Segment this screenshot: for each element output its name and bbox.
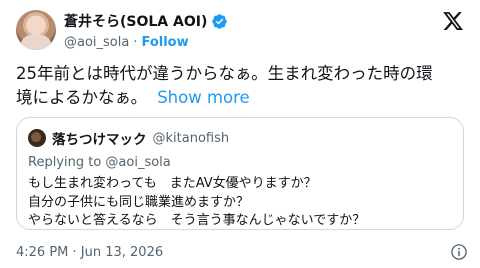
verified-badge-icon [212,13,228,29]
tweet-timestamp[interactable]: 4:26 PM · Jun 13, 2026 [16,245,163,260]
quoted-tweet[interactable]: 落ちつけマック @kitanofish Replying to @aoi_sol… [16,117,464,230]
quoted-line-1: もし生まれ変わっても またAV女優やりますか？ [28,176,317,191]
tweet-text-line-1: 25年前とは時代が違うからなぁ。生まれ変わった時の環 [16,64,433,83]
follow-button[interactable]: Follow [141,35,188,50]
tweet-text: 25年前とは時代が違うからなぁ。生まれ変わった時の環 境によるかなぁ。 Show … [16,62,468,110]
replying-to-label: Replying to @aoi_sola [28,155,171,170]
author-name-row: 蒼井そら(SOLA AOI) [64,11,228,31]
separator-dot: · [133,34,138,50]
quoted-author-name: 落ちつけマック [52,132,147,148]
show-more-link[interactable]: Show more [157,88,250,107]
tweet-card: 蒼井そら(SOLA AOI) @aoi_sola · Follow 25年前とは… [0,0,480,268]
quoted-author-avatar [28,129,46,147]
tweet-footer: 4:26 PM · Jun 13, 2026 [16,243,468,261]
tweet-text-line-2: 境によるかなぁ。 Show more [16,86,468,110]
quoted-tweet-header: 落ちつけマック @kitanofish [28,129,230,148]
quoted-tweet-text: もし生まれ変わっても またAV女優やりますか？ 自分の子供にも同じ職業進めますか… [28,175,365,231]
info-icon[interactable] [450,243,468,261]
quoted-line-2: 自分の子供にも同じ職業進めますか？ [28,194,250,210]
x-logo-icon[interactable] [442,10,464,32]
tweet-text-line-2-text: 境によるかなぁ。 [16,88,148,107]
author-handle[interactable]: @aoi_sola [64,35,129,50]
quoted-author-handle: @kitanofish [152,130,230,146]
quoted-line-3: やらないと答えるなら そう言う事なんじゃないですか？ [28,213,366,228]
author-handle-row: @aoi_sola · Follow [64,33,189,51]
author-display-name[interactable]: 蒼井そら(SOLA AOI) [64,11,207,31]
author-avatar[interactable] [16,10,56,50]
